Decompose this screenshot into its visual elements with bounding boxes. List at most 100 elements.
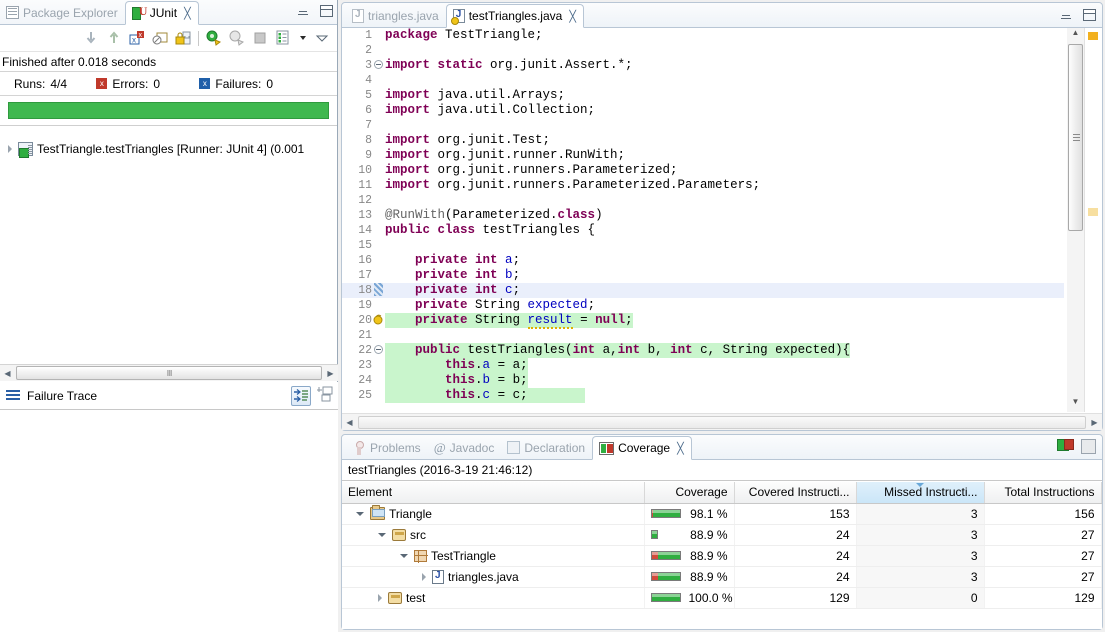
junit-counters: Runs: 4/4 x Errors: 0 x Failures: 0	[0, 72, 337, 96]
scrollbar-thumb[interactable]	[1068, 44, 1083, 231]
code-line: 10 import org.junit.runners.Parameterized…	[342, 163, 1064, 178]
junit-view-panel: Package Explorer JUnit ╳ x	[0, 0, 338, 632]
code-text-area[interactable]: 1 package TestTriangle; 2 3 import static or…	[342, 28, 1064, 412]
scroll-up-icon[interactable]: ▲	[1067, 28, 1084, 43]
fold-toggle-icon[interactable]	[373, 58, 384, 73]
table-row[interactable]: src 88.9 % 24 3 27	[342, 524, 1102, 546]
table-row[interactable]: test 100.0 % 129 0 129	[342, 587, 1102, 609]
test-results-tree[interactable]: TestTriangle.testTriangles [Runner: JUni…	[0, 139, 337, 364]
column-header-coverage[interactable]: Coverage	[644, 482, 735, 504]
export-session-icon[interactable]	[1081, 439, 1096, 454]
minimize-icon[interactable]	[296, 5, 310, 17]
scroll-right-icon[interactable]: ▶	[323, 369, 338, 378]
scroll-down-icon[interactable]: ▼	[1067, 397, 1084, 412]
failure-trace-buttons	[291, 386, 333, 406]
coverage-bar	[650, 551, 681, 560]
table-row[interactable]: triangles.java 88.9 % 24327	[342, 566, 1102, 588]
column-header-filler	[1101, 482, 1102, 504]
lock-scroll-icon[interactable]	[175, 30, 191, 46]
tab-coverage[interactable]: Coverage ╳	[592, 436, 692, 460]
rerun-failed-icon[interactable]	[229, 30, 245, 46]
tab-problems[interactable]: Problems	[346, 436, 428, 459]
expand-arrow-icon[interactable]	[8, 144, 12, 153]
coverage-session-label: testTriangles (2016-3-19 21:46:12)	[342, 460, 1102, 481]
table-row[interactable]: Triangle 98.1 % 153 3 156	[342, 503, 1102, 525]
line-number: 19	[358, 299, 372, 312]
show-failures-only-icon[interactable]: x x	[129, 30, 145, 46]
left-view-buttons	[296, 5, 333, 17]
cell-missed: 3	[856, 566, 985, 588]
tab-testtriangles-java[interactable]: testTriangles.java ╳	[445, 4, 584, 28]
editor-horizontal-scrollbar[interactable]: ◀ ▶	[342, 413, 1102, 430]
toolbar-separator	[198, 30, 199, 46]
line-number: 13	[358, 209, 372, 222]
scroll-left-icon[interactable]: ◀	[0, 369, 15, 378]
editor-overview-ruler[interactable]	[1084, 28, 1102, 412]
overview-marker[interactable]	[1088, 208, 1098, 216]
coverage-percent: 88.9 %	[690, 569, 728, 584]
scrollbar-thumb[interactable]: ‖‖	[16, 366, 322, 380]
view-menu-dropdown-icon[interactable]	[298, 30, 308, 46]
view-menu-icon[interactable]	[315, 30, 329, 46]
close-icon[interactable]: ╳	[569, 10, 576, 23]
column-header-missed[interactable]: Missed Instructi...	[856, 482, 985, 504]
runs-label: Runs:	[14, 76, 46, 91]
tab-javadoc[interactable]: @ Javadoc	[428, 436, 502, 459]
overview-marker[interactable]	[1088, 32, 1098, 40]
junit-status-line: Finished after 0.018 seconds	[0, 52, 337, 72]
view-menu-icon[interactable]	[316, 386, 333, 406]
maximize-icon[interactable]	[1083, 9, 1096, 21]
rerun-test-icon[interactable]	[206, 30, 222, 46]
close-icon[interactable]: ╳	[184, 7, 191, 20]
editor-vertical-scrollbar[interactable]: ▲ ▼	[1067, 28, 1084, 412]
tree-horizontal-scrollbar[interactable]: ◀ ‖‖ ▶	[0, 364, 338, 381]
table-body[interactable]: Triangle 98.1 % 153 3 156 src 88.9 % 24 3 27 TestT…	[342, 503, 1102, 609]
code-text: this.b = b;	[385, 373, 528, 388]
coverage-table[interactable]: Element Coverage Covered Instructi... Misse…	[342, 482, 1102, 629]
test-result-icon	[18, 141, 33, 158]
close-icon[interactable]: ╳	[677, 442, 684, 455]
scroll-left-icon[interactable]: ◀	[342, 418, 357, 427]
cell-missed: 3	[856, 545, 985, 567]
element-label: test	[406, 590, 426, 605]
hide-skipped-icon[interactable]	[152, 30, 168, 46]
cell-element: Triangle	[342, 503, 645, 525]
cell-coverage: 100.0 %	[644, 587, 735, 609]
line-number: 22	[358, 344, 372, 357]
scrollbar-thumb[interactable]	[358, 415, 1086, 429]
line-number: 20	[358, 314, 372, 327]
scroll-right-icon[interactable]: ▶	[1087, 418, 1102, 427]
tab-junit[interactable]: JUnit ╳	[124, 1, 199, 25]
counter-runs: Runs: 4/4	[0, 77, 74, 91]
column-header-covered[interactable]: Covered Instructi...	[734, 482, 857, 504]
expand-arrow-icon[interactable]	[400, 553, 408, 558]
element-label: src	[410, 527, 426, 542]
compare-results-icon[interactable]	[291, 386, 311, 406]
maximize-icon[interactable]	[320, 5, 333, 17]
stop-icon[interactable]	[252, 30, 268, 46]
test-tree-row[interactable]: TestTriangle.testTriangles [Runner: JUni…	[0, 139, 337, 158]
failure-trace-body	[0, 410, 338, 632]
tab-triangles-java[interactable]: triangles.java	[346, 4, 446, 27]
counter-failures: x Failures: 0	[177, 77, 290, 91]
tab-declaration[interactable]: Declaration	[501, 436, 592, 459]
expand-arrow-icon[interactable]	[422, 572, 426, 581]
svg-text:x: x	[132, 36, 136, 45]
code-line: 20 private String result = null;	[342, 313, 1064, 329]
fold-toggle-icon[interactable]	[373, 343, 384, 358]
expand-arrow-icon[interactable]	[356, 511, 364, 516]
next-failure-icon[interactable]	[83, 30, 99, 46]
minimize-icon[interactable]	[1059, 9, 1073, 21]
relaunch-coverage-icon[interactable]	[1057, 439, 1074, 454]
expand-arrow-icon[interactable]	[378, 593, 382, 602]
table-row[interactable]: TestTriangle 88.9 % 24 3 27	[342, 545, 1102, 567]
tab-package-explorer[interactable]: Package Explorer	[0, 1, 125, 24]
previous-failure-icon[interactable]	[106, 30, 122, 46]
expand-arrow-icon[interactable]	[378, 532, 386, 537]
column-header-element[interactable]: Element	[342, 482, 645, 504]
cell-filler	[1101, 524, 1102, 546]
line-number: 11	[358, 179, 372, 192]
column-header-total[interactable]: Total Instructions	[984, 482, 1102, 504]
code-line: 16 private int a;	[342, 253, 1064, 268]
test-run-history-icon[interactable]	[275, 30, 291, 46]
